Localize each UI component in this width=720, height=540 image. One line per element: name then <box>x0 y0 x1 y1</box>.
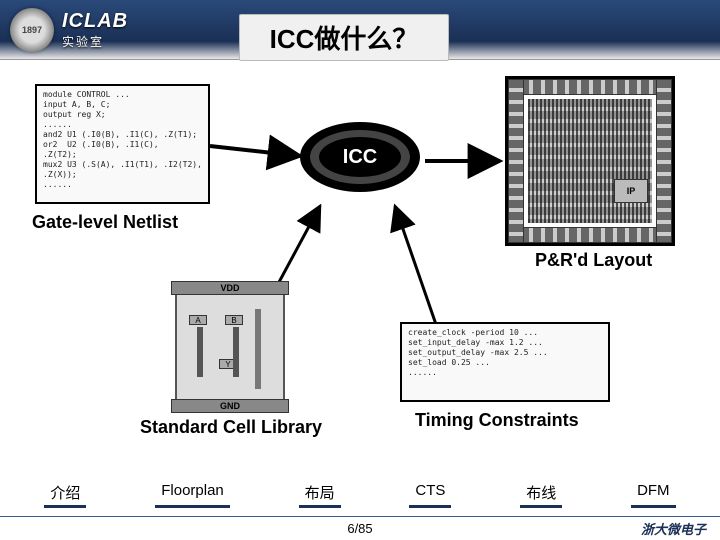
tab-intro[interactable]: 介绍 <box>44 480 86 508</box>
university-seal: 1897 <box>10 8 54 52</box>
vdd-rail: VDD <box>171 281 289 295</box>
diagram-area: module CONTROL ... input A, B, C; output… <box>0 72 720 480</box>
slide-title: ICC做什么？ <box>270 19 419 56</box>
tab-route[interactable]: 布线 <box>520 480 562 508</box>
lab-name: ICLAB <box>62 10 128 33</box>
layout-chip: IP <box>505 76 675 246</box>
icc-label: ICC <box>319 137 401 177</box>
lab-sub: 实验室 <box>62 33 128 50</box>
footer-brand: 浙大微电子 <box>641 519 706 538</box>
footer: 6/85 浙大微电子 <box>0 516 720 540</box>
timing-code: create_clock -period 10 ... set_input_de… <box>400 322 610 402</box>
page-number: 6/85 <box>347 521 372 536</box>
stdcell-label: Standard Cell Library <box>140 417 322 438</box>
title-bg: ICC做什么？ <box>239 14 450 61</box>
pin-b: B <box>225 315 243 325</box>
netlist-label: Gate-level Netlist <box>32 212 178 233</box>
header-banner: 1897 ICLAB 实验室 ICC做什么？ <box>0 0 720 60</box>
layout-label: P&R'd Layout <box>535 250 652 271</box>
netlist-code: module CONTROL ... input A, B, C; output… <box>35 84 210 204</box>
tab-floorplan[interactable]: Floorplan <box>155 480 230 508</box>
ip-block: IP <box>614 179 648 203</box>
title-wrap: ICC做什么？ <box>128 6 720 53</box>
section-tabs: 介绍 Floorplan 布局 CTS 布线 DFM <box>0 480 720 514</box>
icc-node: ICC <box>300 122 420 192</box>
tab-cts[interactable]: CTS <box>409 480 451 508</box>
tab-dfm[interactable]: DFM <box>631 480 676 508</box>
pin-a: A <box>189 315 207 325</box>
stdcell-graphic: VDD GND A B Y <box>175 287 285 407</box>
gnd-rail: GND <box>171 399 289 413</box>
lab-logo: ICLAB 实验室 <box>62 10 128 50</box>
timing-label: Timing Constraints <box>415 410 579 431</box>
tab-place[interactable]: 布局 <box>299 480 341 508</box>
